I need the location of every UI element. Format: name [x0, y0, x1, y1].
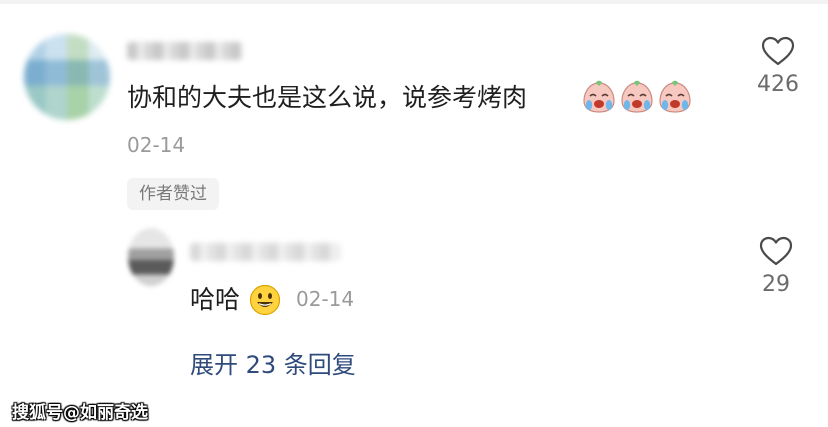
commenter-avatar[interactable] — [24, 34, 110, 120]
crying-face-emoji — [621, 80, 653, 113]
comment-like-count: 426 — [757, 72, 799, 97]
top-divider — [0, 0, 828, 4]
author-liked-badge: 作者赞过 — [127, 178, 219, 210]
commenter-name-blurred[interactable] — [127, 42, 242, 60]
reply-text: 哈哈 — [190, 285, 241, 314]
reply-like-button[interactable]: 29 — [748, 236, 804, 297]
heart-icon[interactable] — [759, 236, 793, 266]
comment-like-button[interactable]: 426 — [750, 36, 806, 97]
crying-face-emoji — [583, 80, 615, 113]
replier-name-blurred[interactable] — [190, 243, 340, 261]
crying-face-emoji — [659, 80, 691, 113]
smiling-face-emoji — [249, 284, 281, 316]
reply-date: 02-14 — [296, 287, 355, 311]
comment-date: 02-14 — [127, 133, 186, 157]
watermark: 搜狐号@如丽奇选 — [12, 403, 148, 423]
reply-like-count: 29 — [762, 272, 790, 297]
comment-text: 协和的大夫也是这么说，说参考烤肉 — [127, 83, 528, 112]
comment-emoji-row — [581, 79, 693, 115]
heart-icon[interactable] — [761, 36, 795, 66]
expand-replies-link[interactable]: 展开 23 条回复 — [190, 345, 356, 380]
replier-avatar[interactable] — [128, 228, 174, 286]
